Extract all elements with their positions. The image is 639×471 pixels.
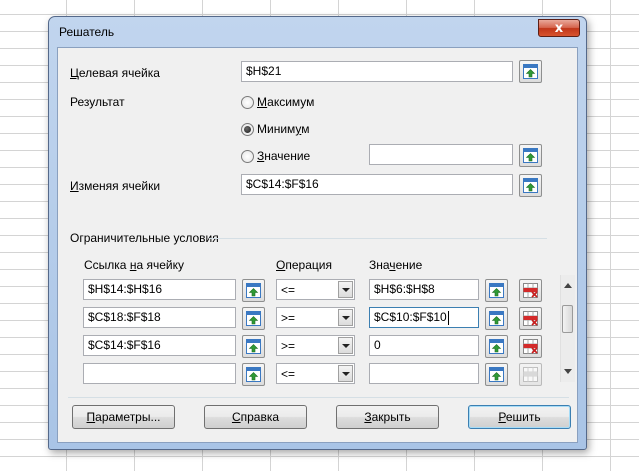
radio-maximum-label: Максимум bbox=[257, 95, 315, 109]
remove-constraint-icon bbox=[522, 282, 539, 299]
constraint-3-value-input[interactable]: 0 bbox=[369, 335, 479, 356]
close-button[interactable]: Закрыть bbox=[336, 405, 439, 429]
constraint-1-value-shrink-button[interactable] bbox=[485, 279, 508, 302]
constraint-2-cell-shrink-button[interactable] bbox=[242, 307, 265, 330]
constraint-4-value-shrink-button[interactable] bbox=[485, 363, 508, 386]
changing-cells-shrink-button[interactable] bbox=[519, 174, 542, 197]
chevron-down-icon bbox=[338, 365, 353, 382]
constraint-3-remove-button[interactable] bbox=[519, 335, 542, 358]
scroll-up-icon[interactable] bbox=[564, 283, 572, 288]
radio-minimum-label: Минимум bbox=[257, 122, 310, 136]
result-value-shrink-button[interactable] bbox=[519, 144, 542, 167]
constraint-4-remove-button[interactable] bbox=[519, 363, 542, 386]
constraint-4-cell-input[interactable] bbox=[83, 363, 236, 384]
solver-dialog: Решатель x Целевая ячейка $H$21 Результа… bbox=[48, 16, 587, 450]
constraint-2-operation-select[interactable]: >= bbox=[276, 307, 355, 328]
constraint-2-value-shrink-button[interactable] bbox=[485, 307, 508, 330]
changing-cells-label: Изменяя ячейки bbox=[70, 179, 161, 193]
dialog-body: Целевая ячейка $H$21 Результат Максимум … bbox=[57, 47, 578, 443]
constraint-4-cell-shrink-button[interactable] bbox=[242, 363, 265, 386]
changing-cells-input[interactable]: $C$14:$F$16 bbox=[241, 174, 513, 195]
radio-minimum[interactable] bbox=[241, 123, 254, 136]
constraint-1-cell-input[interactable]: $H$14:$H$16 bbox=[83, 279, 236, 300]
constraint-3-operation-select[interactable]: >= bbox=[276, 335, 355, 356]
constraint-1-operation-value: <= bbox=[281, 283, 296, 297]
constraint-4-operation-value: <= bbox=[281, 367, 296, 381]
shrink-icon bbox=[245, 282, 262, 299]
constraint-2-cell-input[interactable]: $C$18:$F$18 bbox=[83, 307, 236, 328]
constraint-1-cell-shrink-button[interactable] bbox=[242, 279, 265, 302]
title-bar[interactable]: Решатель x bbox=[49, 17, 586, 47]
constraint-2-remove-button[interactable] bbox=[519, 307, 542, 330]
chevron-down-icon bbox=[338, 337, 353, 354]
constraint-3-cell-shrink-button[interactable] bbox=[242, 335, 265, 358]
chevron-down-icon bbox=[338, 309, 353, 326]
scrollbar-thumb[interactable] bbox=[562, 305, 573, 333]
shrink-icon bbox=[522, 63, 539, 80]
group-separator bbox=[209, 238, 547, 239]
result-label: Результат bbox=[70, 95, 125, 109]
constraint-1-remove-button[interactable] bbox=[519, 279, 542, 302]
remove-constraint-icon bbox=[522, 366, 539, 383]
shrink-icon bbox=[522, 177, 539, 194]
scroll-down-icon[interactable] bbox=[564, 369, 572, 374]
constraint-4-value-input[interactable] bbox=[369, 363, 479, 384]
target-cell-shrink-button[interactable] bbox=[519, 60, 542, 83]
bottom-separator bbox=[68, 397, 569, 398]
column-header-cell: Ссылка на ячейку bbox=[84, 258, 184, 272]
constraints-group-label: Ограничительные условия bbox=[70, 231, 219, 245]
constraint-2-value-input[interactable]: $C$10:$F$10 bbox=[369, 307, 479, 328]
constraint-4-operation-select[interactable]: <= bbox=[276, 363, 355, 384]
options-button[interactable]: Параметры... bbox=[72, 405, 175, 429]
target-cell-label: Целевая ячейка bbox=[70, 66, 160, 80]
shrink-icon bbox=[245, 366, 262, 383]
constraint-3-value-shrink-button[interactable] bbox=[485, 335, 508, 358]
shrink-icon bbox=[488, 338, 505, 355]
chevron-down-icon bbox=[338, 281, 353, 298]
close-icon: x bbox=[554, 20, 564, 36]
column-header-value: Значение bbox=[369, 258, 423, 272]
constraint-2-operation-value: >= bbox=[281, 311, 296, 325]
shrink-icon bbox=[245, 310, 262, 327]
shrink-icon bbox=[488, 366, 505, 383]
shrink-icon bbox=[488, 310, 505, 327]
help-button[interactable]: Справка bbox=[204, 405, 307, 429]
constraint-2-value-text: $C$10:$F$10 bbox=[374, 310, 447, 324]
column-header-operation: Операция bbox=[276, 258, 332, 272]
radio-value[interactable] bbox=[241, 150, 254, 163]
radio-maximum[interactable] bbox=[241, 96, 254, 109]
constraint-3-operation-value: >= bbox=[281, 339, 296, 353]
shrink-icon bbox=[522, 147, 539, 164]
radio-value-label: Значение bbox=[257, 149, 311, 163]
remove-constraint-icon bbox=[522, 338, 539, 355]
constraint-1-value-input[interactable]: $H$6:$H$8 bbox=[369, 279, 479, 300]
result-value-input[interactable] bbox=[369, 144, 513, 165]
constraint-1-operation-select[interactable]: <= bbox=[276, 279, 355, 300]
close-window-button[interactable]: x bbox=[538, 19, 580, 37]
solve-button[interactable]: Решить bbox=[468, 405, 571, 429]
remove-constraint-icon bbox=[522, 310, 539, 327]
shrink-icon bbox=[488, 282, 505, 299]
dialog-title: Решатель bbox=[59, 25, 115, 39]
shrink-icon bbox=[245, 338, 262, 355]
target-cell-input[interactable]: $H$21 bbox=[241, 61, 513, 82]
constraints-scrollbar[interactable] bbox=[560, 275, 575, 382]
text-caret bbox=[447, 310, 449, 325]
constraint-3-cell-input[interactable]: $C$14:$F$16 bbox=[83, 335, 236, 356]
